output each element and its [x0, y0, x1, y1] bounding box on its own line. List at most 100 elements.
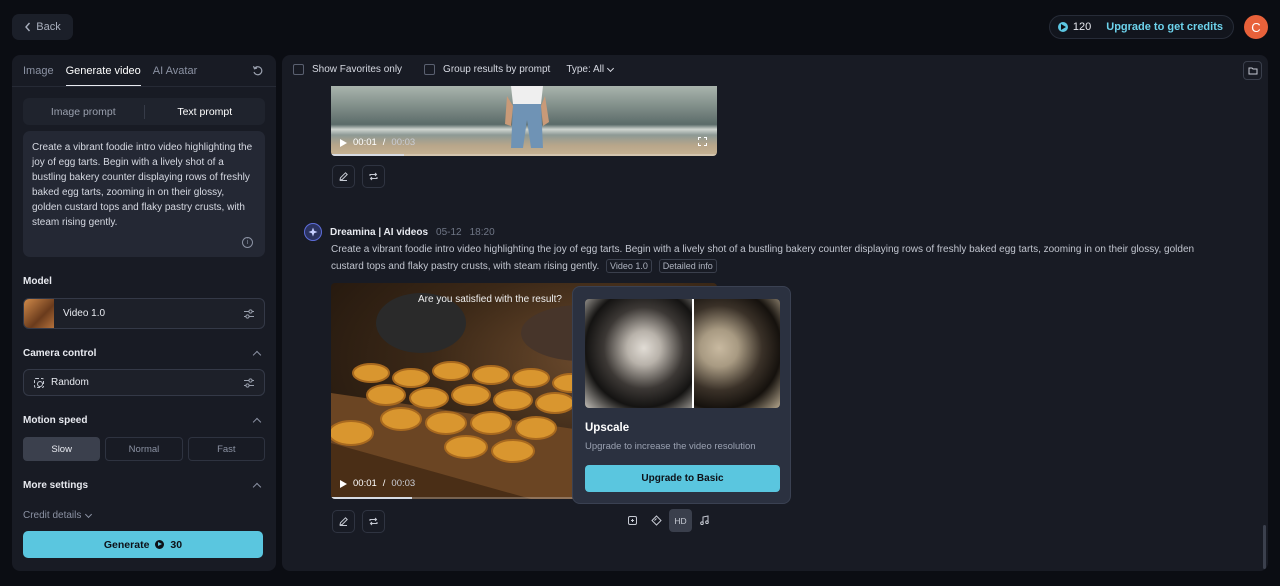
upscale-title: Upscale: [585, 422, 630, 434]
play-icon[interactable]: [340, 479, 347, 488]
image-prompt-option[interactable]: Image prompt: [23, 98, 144, 125]
type-filter-label: Type: All: [566, 64, 605, 75]
credit-coin-icon: [155, 540, 165, 549]
motion-collapse-chevron-icon[interactable]: [252, 417, 262, 427]
more-settings-chevron-icon[interactable]: [252, 482, 262, 492]
result-date: 05-12: [436, 226, 462, 238]
video-player-1[interactable]: 00:01 / 00:03: [331, 86, 717, 156]
upscale-subtitle: Upgrade to increase the video resolution: [585, 441, 756, 452]
pencil-icon: [339, 172, 348, 181]
back-label: Back: [36, 21, 61, 33]
favorites-checkbox[interactable]: [293, 64, 304, 75]
filter-bar: Show Favorites only Group results by pro…: [293, 64, 615, 75]
video-2-controls: 00:01 / 00:03: [340, 478, 415, 489]
motion-speed-label: Motion speed: [23, 415, 88, 426]
pencil-icon: [339, 517, 348, 526]
group-by-prompt-label[interactable]: Group results by prompt: [443, 64, 550, 75]
camera-collapse-chevron-icon[interactable]: [252, 350, 262, 360]
model-tag[interactable]: Video 1.0: [606, 259, 652, 273]
result-time: 18:20: [469, 226, 495, 238]
preview-before-half: [693, 299, 780, 408]
music-note-icon: [700, 515, 709, 525]
folder-icon: [1248, 67, 1257, 75]
detailed-info-tag[interactable]: Detailed info: [658, 259, 717, 273]
credit-details-label: Credit details: [23, 510, 82, 521]
generate-button[interactable]: Generate 30: [23, 531, 263, 558]
upscale-popover: Upscale Upgrade to increase the video re…: [572, 286, 791, 504]
video-1-time-total: 00:03: [391, 137, 416, 148]
video-1-progress-fill: [331, 154, 405, 156]
generate-label: Generate: [103, 538, 150, 551]
comparison-split-line: [692, 299, 694, 408]
hd-upscale-button[interactable]: HD: [669, 509, 692, 532]
focus-icon: [34, 377, 44, 388]
preview-after-half: [585, 299, 692, 408]
favorites-label[interactable]: Show Favorites only: [312, 64, 402, 75]
upgrade-to-basic-button[interactable]: Upgrade to Basic: [585, 465, 780, 492]
more-settings-label[interactable]: More settings: [23, 480, 88, 491]
model-value: Video 1.0: [63, 308, 106, 319]
video-2-time-current: 00:01: [353, 478, 377, 489]
tabs-divider: [12, 86, 276, 87]
video-tools-toolbar: HD: [621, 509, 717, 533]
mode-tabs: Image Generate video AI Avatar: [23, 65, 197, 87]
video-2-progress-fill: [331, 497, 413, 499]
speed-slow-button[interactable]: Slow: [23, 437, 101, 461]
fullscreen-icon[interactable]: [698, 137, 707, 146]
chevron-left-icon: [25, 22, 31, 32]
upgrade-credits-link[interactable]: Upgrade to get credits: [1106, 21, 1223, 33]
model-label: Model: [23, 276, 52, 287]
video-1-progress[interactable]: [331, 154, 717, 156]
credits-pill[interactable]: 120 Upgrade to get credits: [1048, 15, 1234, 39]
camera-control-selector[interactable]: Random: [23, 369, 265, 396]
type-filter-dropdown[interactable]: Type: All: [566, 64, 615, 75]
video-2-time-total: 00:03: [391, 478, 416, 489]
chevron-down-icon: [85, 510, 93, 518]
speed-fast-button[interactable]: Fast: [187, 437, 265, 461]
camera-sliders-icon[interactable]: [243, 377, 255, 389]
generation-panel: Image Generate video AI Avatar Image pro…: [12, 55, 276, 571]
refresh-icon[interactable]: [252, 65, 264, 77]
frame-icon: [628, 516, 637, 525]
play-icon[interactable]: [340, 138, 347, 147]
interpolate-button[interactable]: [645, 509, 668, 532]
model-selector[interactable]: Video 1.0: [23, 298, 265, 329]
info-icon[interactable]: i: [242, 237, 253, 248]
regenerate-button[interactable]: [362, 165, 385, 188]
repeat-icon: [369, 517, 378, 526]
folder-button[interactable]: [1243, 61, 1262, 80]
edit-button-2[interactable]: [332, 510, 355, 533]
video-1-controls: 00:01 / 00:03: [340, 137, 415, 148]
speed-normal-button[interactable]: Normal: [105, 437, 183, 461]
generate-cost: 30: [170, 538, 183, 551]
result-author: Dreamina | AI videos: [330, 226, 429, 238]
group-by-prompt-checkbox[interactable]: [424, 64, 436, 75]
add-audio-button[interactable]: [693, 509, 716, 532]
sliders-icon[interactable]: [243, 308, 255, 320]
result-prompt: Create a vibrant foodie intro video high…: [331, 241, 1211, 275]
motion-speed-options: Slow Normal Fast: [23, 437, 265, 461]
prompt-textarea[interactable]: Create a vibrant foodie intro video high…: [23, 131, 265, 257]
diamond-icon: [651, 515, 662, 526]
camera-control-label: Camera control: [23, 348, 97, 359]
prompt-text: Create a vibrant foodie intro video high…: [32, 142, 253, 228]
dreamina-logo-icon: [304, 223, 322, 241]
tab-ai-avatar[interactable]: AI Avatar: [153, 65, 197, 87]
repeat-icon: [369, 172, 378, 181]
back-button[interactable]: Back: [12, 14, 73, 40]
credit-coin-icon: [1057, 22, 1068, 32]
results-scrollbar[interactable]: [1263, 525, 1266, 569]
credit-details-toggle[interactable]: Credit details: [23, 510, 93, 521]
regenerate-button-2[interactable]: [362, 510, 385, 533]
tab-generate-video[interactable]: Generate video: [65, 65, 141, 87]
person-figure: [505, 86, 549, 148]
model-thumbnail: [24, 299, 54, 328]
frame-extend-button[interactable]: [621, 509, 644, 532]
avatar[interactable]: C: [1244, 15, 1268, 39]
tab-image[interactable]: Image: [23, 65, 54, 87]
satisfaction-prompt: Are you satisfied with the result?: [418, 294, 562, 305]
video-1-time-current: 00:01: [353, 137, 377, 148]
edit-button[interactable]: [332, 165, 355, 188]
text-prompt-option[interactable]: Text prompt: [145, 98, 266, 125]
chevron-down-icon: [607, 64, 615, 72]
